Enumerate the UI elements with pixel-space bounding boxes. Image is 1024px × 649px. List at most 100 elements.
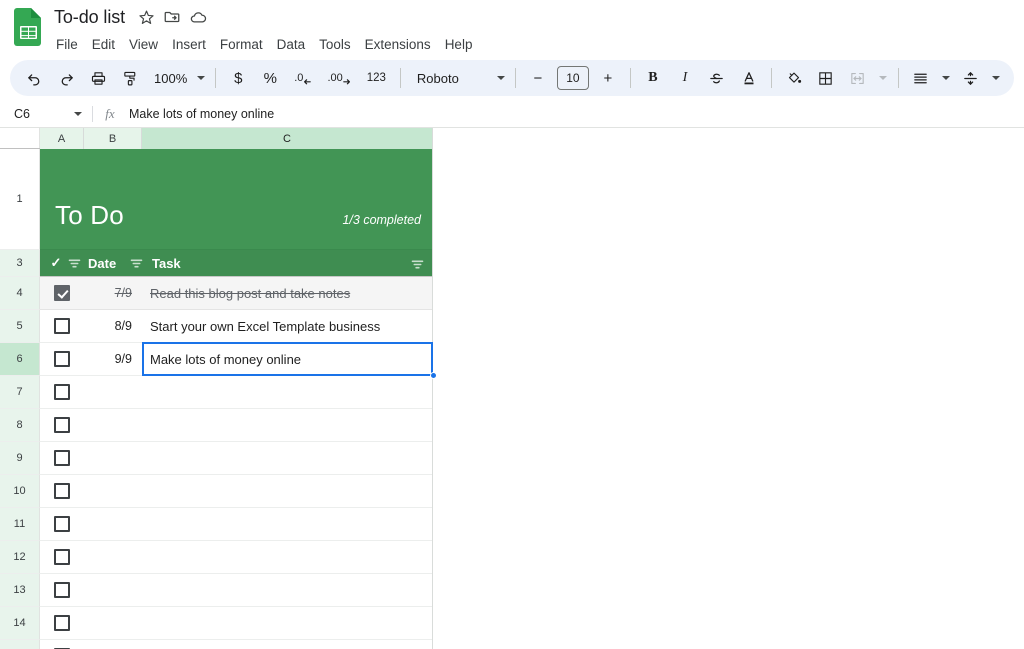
list-item[interactable] bbox=[40, 376, 433, 409]
zoom-control[interactable]: 100% bbox=[146, 71, 209, 86]
task-checkbox-cell[interactable] bbox=[40, 442, 84, 475]
task-date-cell[interactable] bbox=[84, 640, 142, 649]
checkbox-unchecked-icon[interactable] bbox=[54, 417, 70, 433]
checkbox-unchecked-icon[interactable] bbox=[54, 582, 70, 598]
task-checkbox-cell[interactable] bbox=[40, 640, 84, 649]
task-checkbox-cell[interactable] bbox=[40, 541, 84, 574]
column-header-a[interactable]: A bbox=[40, 128, 84, 149]
task-checkbox-cell[interactable] bbox=[40, 574, 84, 607]
checkbox-checked-icon[interactable] bbox=[54, 285, 70, 301]
task-date-cell[interactable]: 7/9 bbox=[84, 277, 142, 310]
task-name-cell[interactable] bbox=[142, 475, 433, 508]
menu-item-insert[interactable]: Insert bbox=[165, 35, 213, 54]
task-checkbox-cell[interactable] bbox=[40, 376, 84, 409]
filter-icon[interactable] bbox=[66, 256, 82, 270]
menu-item-data[interactable]: Data bbox=[270, 35, 313, 54]
checkbox-unchecked-icon[interactable] bbox=[54, 318, 70, 334]
task-name-cell[interactable] bbox=[142, 442, 433, 475]
document-title[interactable]: To-do list bbox=[54, 7, 135, 28]
list-item[interactable] bbox=[40, 442, 433, 475]
increase-font-size-button[interactable]: + bbox=[594, 64, 622, 92]
text-wrapping-icon[interactable] bbox=[1007, 64, 1014, 92]
decrease-font-size-button[interactable]: − bbox=[524, 64, 552, 92]
task-name-cell[interactable] bbox=[142, 640, 433, 649]
decrease-decimal-button[interactable]: .0 bbox=[288, 64, 317, 92]
menu-item-extensions[interactable]: Extensions bbox=[358, 35, 438, 54]
strikethrough-icon[interactable] bbox=[703, 64, 731, 92]
list-item[interactable] bbox=[40, 409, 433, 442]
row-header-4[interactable]: 4 bbox=[0, 277, 40, 310]
task-date-cell[interactable] bbox=[84, 409, 142, 442]
star-icon[interactable] bbox=[135, 6, 157, 28]
checkbox-unchecked-icon[interactable] bbox=[54, 450, 70, 466]
formula-input[interactable]: Make lots of money online bbox=[127, 107, 274, 121]
task-checkbox-cell[interactable] bbox=[40, 508, 84, 541]
row-header-3[interactable]: 3 bbox=[0, 250, 40, 277]
task-checkbox-cell[interactable] bbox=[40, 277, 84, 310]
name-box[interactable]: C6 bbox=[0, 107, 92, 121]
filter-icon[interactable] bbox=[409, 257, 425, 271]
task-name-cell[interactable] bbox=[142, 508, 433, 541]
row-header-8[interactable]: 8 bbox=[0, 409, 40, 442]
row-header-15[interactable]: 15 bbox=[0, 640, 40, 649]
bold-button[interactable]: B bbox=[639, 64, 667, 92]
list-item[interactable] bbox=[40, 475, 433, 508]
task-date-cell[interactable] bbox=[84, 607, 142, 640]
checkbox-unchecked-icon[interactable] bbox=[54, 549, 70, 565]
menu-item-format[interactable]: Format bbox=[213, 35, 270, 54]
row-header-9[interactable]: 9 bbox=[0, 442, 40, 475]
borders-icon[interactable] bbox=[812, 64, 840, 92]
vertical-align-icon[interactable] bbox=[957, 64, 985, 92]
percent-format-button[interactable]: % bbox=[256, 64, 284, 92]
vertical-align-dropdown[interactable] bbox=[989, 64, 1003, 92]
row-header-6[interactable]: 6 bbox=[0, 343, 40, 376]
menu-item-help[interactable]: Help bbox=[438, 35, 480, 54]
row-header-10[interactable]: 10 bbox=[0, 475, 40, 508]
table-row[interactable]: 7/9 Read this blog post and take notes bbox=[40, 277, 433, 310]
checkbox-unchecked-icon[interactable] bbox=[54, 483, 70, 499]
fill-handle[interactable] bbox=[430, 372, 437, 379]
select-all-corner[interactable] bbox=[0, 128, 40, 148]
task-name-cell[interactable] bbox=[142, 376, 433, 409]
horizontal-align-icon[interactable] bbox=[907, 64, 935, 92]
horizontal-align-dropdown[interactable] bbox=[939, 64, 953, 92]
menu-item-tools[interactable]: Tools bbox=[312, 35, 358, 54]
task-date-cell[interactable]: 8/9 bbox=[84, 310, 142, 343]
row-header-1[interactable]: 1 bbox=[0, 149, 40, 250]
task-checkbox-cell[interactable] bbox=[40, 409, 84, 442]
task-date-cell[interactable] bbox=[84, 475, 142, 508]
todo-banner[interactable]: To Do 1/3 completed bbox=[40, 149, 433, 250]
task-date-cell[interactable] bbox=[84, 574, 142, 607]
task-date-cell[interactable]: 9/9 bbox=[84, 343, 142, 376]
list-item[interactable] bbox=[40, 640, 433, 649]
row-header-12[interactable]: 12 bbox=[0, 541, 40, 574]
text-color-icon[interactable] bbox=[735, 64, 763, 92]
merge-cells-dropdown[interactable] bbox=[876, 64, 890, 92]
checkbox-unchecked-icon[interactable] bbox=[54, 615, 70, 631]
font-size-input[interactable]: 10 bbox=[557, 66, 589, 90]
row-header-7[interactable]: 7 bbox=[0, 376, 40, 409]
task-name-cell[interactable]: Start your own Excel Template business bbox=[142, 310, 433, 343]
currency-format-button[interactable]: $ bbox=[224, 64, 252, 92]
checkbox-unchecked-icon[interactable] bbox=[54, 384, 70, 400]
print-icon[interactable] bbox=[84, 64, 112, 92]
column-header-c[interactable]: C bbox=[142, 128, 433, 149]
font-family-selector[interactable]: Roboto bbox=[407, 71, 509, 86]
task-checkbox-cell[interactable] bbox=[40, 475, 84, 508]
row-header-5[interactable]: 5 bbox=[0, 310, 40, 343]
checkbox-unchecked-icon[interactable] bbox=[54, 516, 70, 532]
task-name-cell[interactable] bbox=[142, 607, 433, 640]
checkbox-unchecked-icon[interactable] bbox=[54, 351, 70, 367]
more-formats-button[interactable]: 123 bbox=[361, 64, 392, 92]
redo-icon[interactable] bbox=[52, 64, 80, 92]
merge-cells-icon[interactable] bbox=[844, 64, 872, 92]
task-date-cell[interactable] bbox=[84, 541, 142, 574]
task-checkbox-cell[interactable] bbox=[40, 343, 84, 376]
paint-format-icon[interactable] bbox=[116, 64, 144, 92]
row-header-11[interactable]: 11 bbox=[0, 508, 40, 541]
italic-button[interactable]: I bbox=[671, 64, 699, 92]
list-item[interactable] bbox=[40, 607, 433, 640]
column-header-b[interactable]: B bbox=[84, 128, 142, 149]
task-name-cell-selected[interactable]: Make lots of money online bbox=[142, 343, 433, 376]
menu-item-view[interactable]: View bbox=[122, 35, 165, 54]
